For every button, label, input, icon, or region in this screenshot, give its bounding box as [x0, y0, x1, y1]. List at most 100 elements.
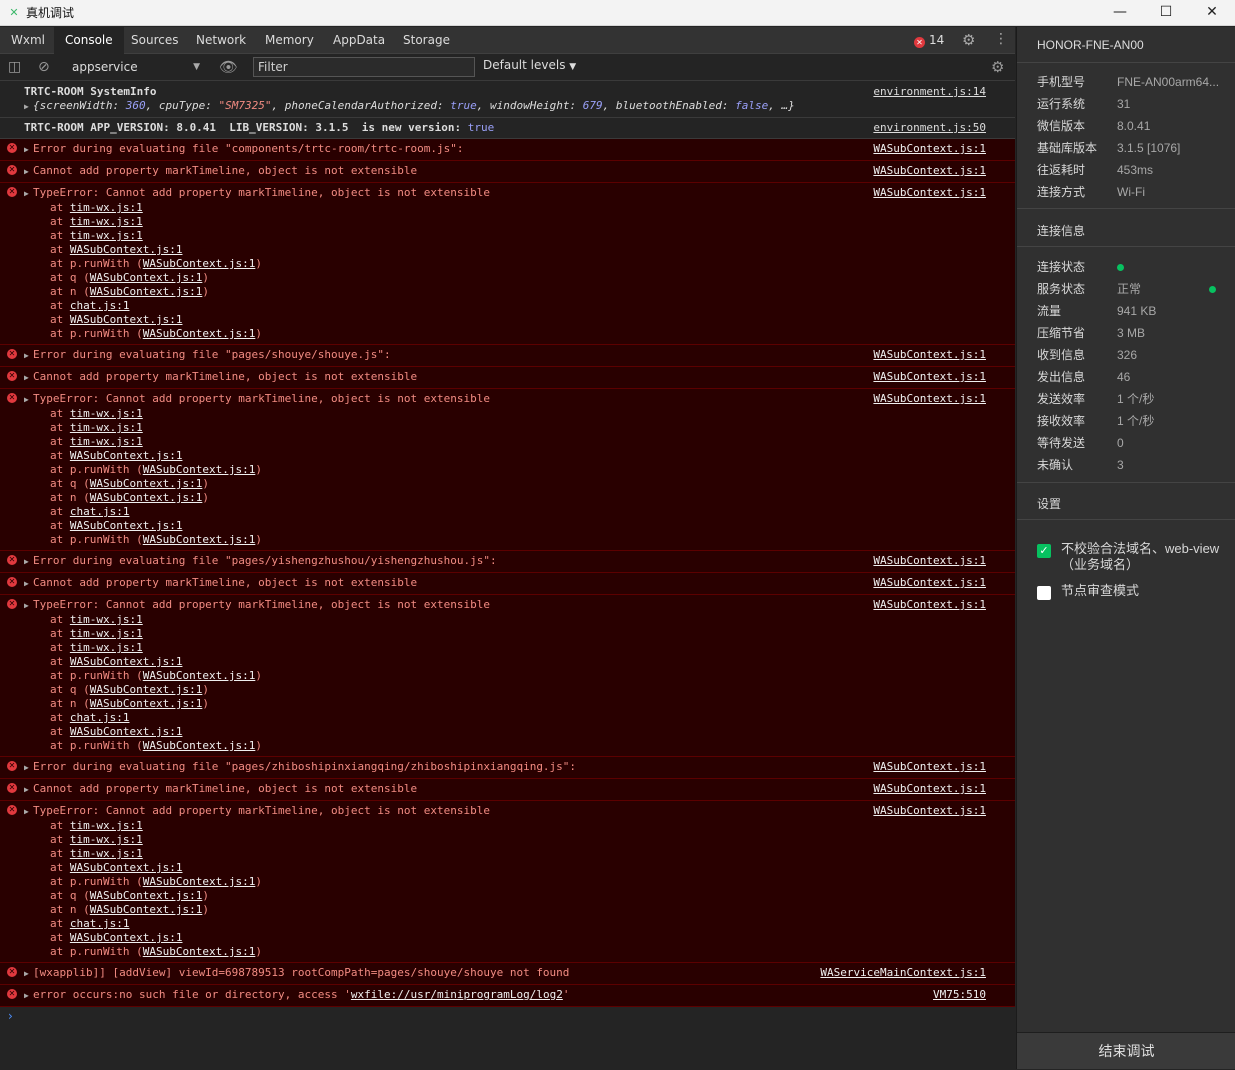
stack-link[interactable]: WASubContext.js:1 — [143, 669, 256, 682]
source-link[interactable]: WASubContext.js:1 — [873, 576, 986, 590]
log-levels-select[interactable]: Default levels ▼ — [483, 58, 576, 72]
stack-link[interactable]: WASubContext.js:1 — [70, 655, 183, 668]
stack-link[interactable]: chat.js:1 — [70, 299, 130, 312]
close-icon[interactable]: ✕ — [1189, 0, 1235, 26]
source-link[interactable]: WASubContext.js:1 — [873, 142, 986, 156]
file-path-link[interactable]: wxfile://usr/miniprogramLog/log2 — [351, 988, 563, 1001]
error-row-cannot-add[interactable]: ✕ ▶ Cannot add property markTimeline, obje… — [0, 779, 1015, 801]
error-counter[interactable]: ✕ 14 — [914, 34, 944, 48]
stack-link[interactable]: WASubContext.js:1 — [143, 875, 256, 888]
stack-link[interactable]: WASubContext.js:1 — [70, 725, 183, 738]
stack-link[interactable]: WASubContext.js:1 — [90, 491, 203, 504]
stack-link[interactable]: WASubContext.js:1 — [70, 449, 183, 462]
expand-triangle-icon[interactable]: ▶ — [24, 783, 33, 797]
end-debug-button[interactable]: 结束调试 — [1017, 1032, 1235, 1069]
stack-link[interactable]: chat.js:1 — [70, 505, 130, 518]
expand-triangle-icon[interactable]: ▶ — [24, 577, 33, 591]
stack-link[interactable]: tim-wx.js:1 — [70, 819, 143, 832]
stack-link[interactable]: tim-wx.js:1 — [70, 229, 143, 242]
error-row-addview[interactable]: ✕ ▶ [wxapplib]] [addView] viewId=69878951… — [0, 963, 1015, 985]
tab-memory[interactable]: Memory — [254, 27, 325, 54]
tab-appdata[interactable]: AppData — [322, 27, 396, 54]
source-link[interactable]: WASubContext.js:1 — [873, 804, 986, 818]
stack-link[interactable]: WASubContext.js:1 — [143, 463, 256, 476]
source-link[interactable]: WAServiceMainContext.js:1 — [820, 966, 986, 980]
stack-link[interactable]: chat.js:1 — [70, 917, 130, 930]
stack-link[interactable]: WASubContext.js:1 — [143, 533, 256, 546]
stack-link[interactable]: WASubContext.js:1 — [90, 903, 203, 916]
error-row-file[interactable]: ✕ ▶ Error during evaluating file "pages/zh… — [0, 757, 1015, 779]
log-row-systeminfo[interactable]: TRTC-ROOM SystemInfo ▶ {screenWidth: 360,… — [0, 82, 1015, 118]
error-row-occurs[interactable]: ✕ ▶ error occurs:no such file or director… — [0, 985, 1015, 1007]
console-settings-gear-icon[interactable]: ⚙ — [991, 59, 1004, 75]
error-row-file[interactable]: ✕ ▶ Error during evaluating file "componen… — [0, 139, 1015, 161]
log-row-version[interactable]: TRTC-ROOM APP_VERSION: 8.0.41 LIB_VERSIO… — [0, 118, 1015, 139]
source-link[interactable]: WASubContext.js:1 — [873, 370, 986, 384]
stack-link[interactable]: WASubContext.js:1 — [143, 739, 256, 752]
stack-link[interactable]: tim-wx.js:1 — [70, 627, 143, 640]
expand-triangle-icon[interactable]: ▶ — [24, 187, 33, 201]
source-link[interactable]: WASubContext.js:1 — [873, 760, 986, 774]
stack-link[interactable]: WASubContext.js:1 — [70, 931, 183, 944]
stack-link[interactable]: tim-wx.js:1 — [70, 435, 143, 448]
stack-link[interactable]: WASubContext.js:1 — [90, 285, 203, 298]
stack-link[interactable]: tim-wx.js:1 — [70, 847, 143, 860]
stack-link[interactable]: WASubContext.js:1 — [70, 243, 183, 256]
stack-link[interactable]: tim-wx.js:1 — [70, 215, 143, 228]
expand-triangle-icon[interactable]: ▶ — [24, 165, 33, 179]
error-row-typeerror[interactable]: ✕ ▶ TypeError: Cannot add property markTim… — [0, 389, 1015, 551]
source-link[interactable]: WASubContext.js:1 — [873, 554, 986, 568]
stack-link[interactable]: WASubContext.js:1 — [143, 945, 256, 958]
error-row-typeerror[interactable]: ✕ ▶ TypeError: Cannot add property markTim… — [0, 183, 1015, 345]
expand-triangle-icon[interactable]: ▶ — [24, 349, 33, 363]
clear-console-icon[interactable]: ⊘ — [38, 59, 50, 75]
source-link[interactable]: environment.js:50 — [873, 121, 986, 135]
source-link[interactable]: WASubContext.js:1 — [873, 348, 986, 362]
console-prompt[interactable]: › — [0, 1007, 1015, 1025]
error-row-typeerror[interactable]: ✕ ▶ TypeError: Cannot add property markTim… — [0, 801, 1015, 963]
stack-link[interactable]: WASubContext.js:1 — [70, 861, 183, 874]
error-row-cannot-add[interactable]: ✕ ▶ Cannot add property markTimeline, obje… — [0, 573, 1015, 595]
stack-link[interactable]: WASubContext.js:1 — [90, 477, 203, 490]
tab-console[interactable]: Console — [54, 27, 124, 54]
expand-triangle-icon[interactable]: ▶ — [24, 100, 33, 114]
stack-link[interactable]: chat.js:1 — [70, 711, 130, 724]
expand-triangle-icon[interactable]: ▶ — [24, 393, 33, 407]
minimize-icon[interactable]: — — [1097, 0, 1143, 26]
expand-triangle-icon[interactable]: ▶ — [24, 599, 33, 613]
expand-triangle-icon[interactable]: ▶ — [24, 371, 33, 385]
filter-input[interactable] — [253, 57, 475, 77]
stack-link[interactable]: WASubContext.js:1 — [70, 519, 183, 532]
error-row-file[interactable]: ✕ ▶ Error during evaluating file "pages/yi… — [0, 551, 1015, 573]
stack-link[interactable]: WASubContext.js:1 — [143, 257, 256, 270]
more-menu-icon[interactable]: ⋮ — [994, 31, 1008, 47]
expand-triangle-icon[interactable]: ▶ — [24, 805, 33, 819]
stack-link[interactable]: WASubContext.js:1 — [70, 313, 183, 326]
node-inspect-checkbox[interactable] — [1037, 586, 1051, 600]
expand-triangle-icon[interactable]: ▶ — [24, 989, 33, 1003]
stack-link[interactable]: tim-wx.js:1 — [70, 421, 143, 434]
stack-link[interactable]: WASubContext.js:1 — [90, 683, 203, 696]
source-link[interactable]: WASubContext.js:1 — [873, 164, 986, 178]
expand-triangle-icon[interactable]: ▶ — [24, 555, 33, 569]
tab-network[interactable]: Network — [185, 27, 257, 54]
expand-triangle-icon[interactable]: ▶ — [24, 967, 33, 981]
sidebar-toggle-icon[interactable]: ◫ — [8, 59, 21, 75]
stack-link[interactable]: tim-wx.js:1 — [70, 407, 143, 420]
error-row-cannot-add[interactable]: ✕ ▶ Cannot add property markTimeline, obje… — [0, 367, 1015, 389]
gear-icon[interactable]: ⚙ — [962, 31, 975, 49]
stack-link[interactable]: tim-wx.js:1 — [70, 641, 143, 654]
stack-link[interactable]: tim-wx.js:1 — [70, 613, 143, 626]
expand-triangle-icon[interactable]: ▶ — [24, 143, 33, 157]
tab-wxml[interactable]: Wxml — [0, 27, 56, 54]
stack-link[interactable]: WASubContext.js:1 — [90, 271, 203, 284]
maximize-icon[interactable]: ☐ — [1143, 0, 1189, 26]
stack-link[interactable]: tim-wx.js:1 — [70, 201, 143, 214]
tab-sources[interactable]: Sources — [120, 27, 189, 54]
source-link[interactable]: environment.js:14 — [873, 85, 986, 99]
stack-link[interactable]: WASubContext.js:1 — [90, 889, 203, 902]
source-link[interactable]: WASubContext.js:1 — [873, 186, 986, 200]
source-link[interactable]: WASubContext.js:1 — [873, 782, 986, 796]
error-row-cannot-add[interactable]: ✕ ▶ Cannot add property markTimeline, obje… — [0, 161, 1015, 183]
error-row-typeerror[interactable]: ✕ ▶ TypeError: Cannot add property markTim… — [0, 595, 1015, 757]
